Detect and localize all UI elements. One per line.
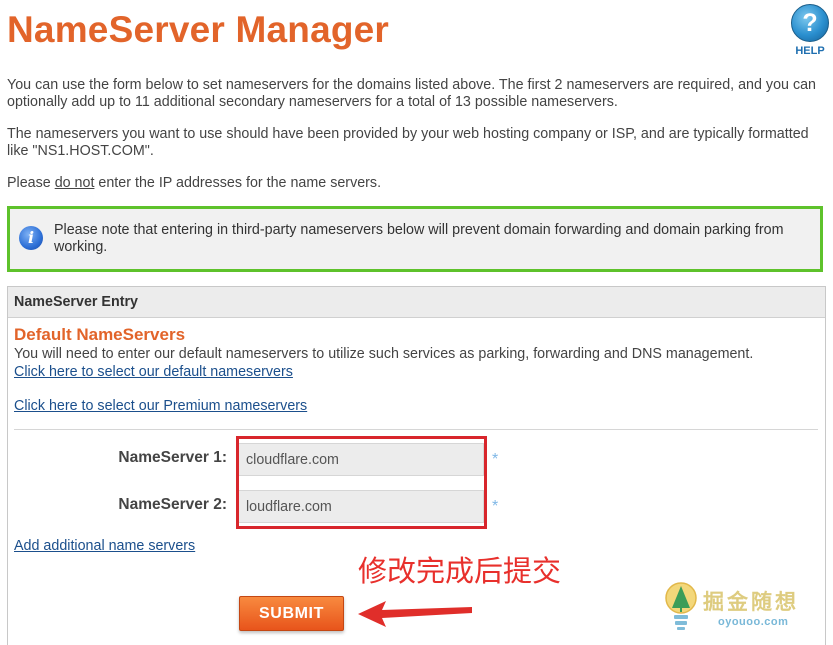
nameserver-1-input[interactable]	[237, 443, 484, 476]
notice-text: Please note that entering in third-party…	[54, 222, 784, 255]
question-mark-icon: ?	[791, 4, 829, 42]
required-mark-2: *	[492, 498, 499, 515]
page-title: NameServer Manager	[7, 9, 390, 50]
watermark-subtext: oyouoo.com	[718, 616, 789, 628]
nameserver-2-label: NameServer 2:	[118, 496, 227, 513]
info-icon: i	[19, 226, 43, 250]
do-not-emphasis: do not	[54, 175, 95, 191]
add-nameservers-link[interactable]: Add additional name servers	[14, 538, 195, 554]
help-button[interactable]: ? HELP	[790, 4, 830, 62]
default-nameservers-link[interactable]: Click here to select our default nameser…	[14, 364, 293, 380]
p3-before: Please	[7, 175, 55, 191]
nameserver-1-label: NameServer 1:	[118, 449, 227, 466]
nameserver-2-input[interactable]	[237, 490, 484, 523]
divider	[14, 429, 818, 430]
panel-header: NameServer Entry	[8, 287, 825, 318]
notice-box: i Please note that entering in third-par…	[7, 206, 823, 272]
premium-nameservers-link[interactable]: Click here to select our Premium nameser…	[14, 398, 307, 414]
submit-button[interactable]: SUBMIT	[239, 596, 344, 631]
arrow-left-icon	[358, 601, 472, 627]
intro-paragraph-1: You can use the form below to set namese…	[7, 77, 817, 110]
section-description: You will need to enter our default names…	[14, 346, 754, 362]
annotation-text: 修改完成后提交	[358, 554, 562, 588]
help-label: HELP	[795, 45, 825, 57]
section-title: Default NameServers	[14, 325, 186, 344]
intro-paragraph-2: The nameservers you want to use should h…	[7, 126, 809, 159]
nameserver-manager-page: NameServer Manager ? HELP You can use th…	[0, 0, 833, 645]
p3-after: enter the IP addresses for the name serv…	[94, 175, 382, 191]
required-mark-1: *	[492, 451, 499, 468]
lightbulb-logo-icon	[665, 582, 697, 630]
intro-paragraph-3: Please do not enter the IP addresses for…	[7, 175, 829, 192]
watermark-text: 掘金随想	[703, 590, 799, 614]
